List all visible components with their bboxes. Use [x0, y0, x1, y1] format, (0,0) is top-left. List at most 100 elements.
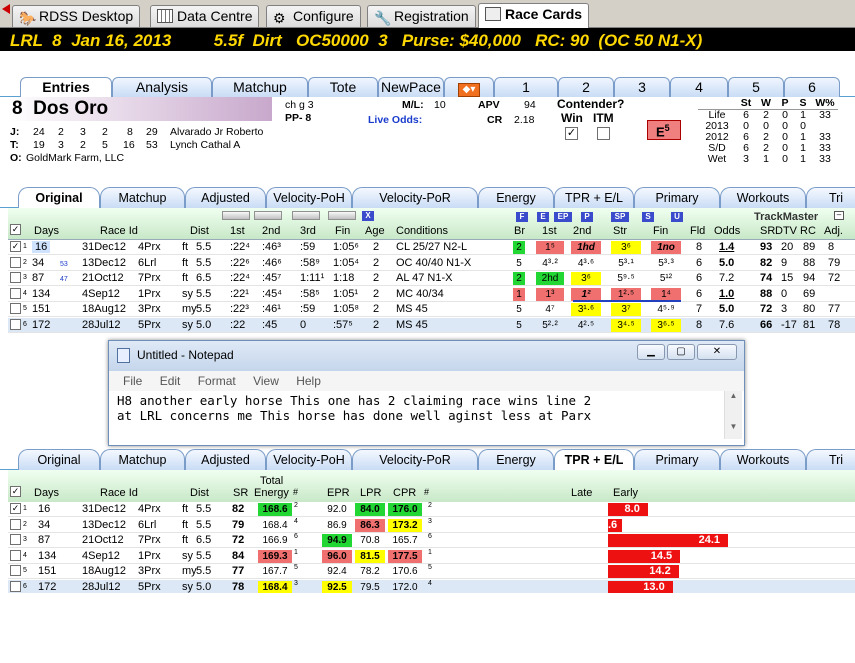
row-checkbox[interactable]: ✓	[10, 241, 21, 252]
filter-e[interactable]: E	[537, 212, 549, 222]
grid-tab-tpr-e-l[interactable]: TPR + E/L	[554, 187, 634, 208]
row-checkbox[interactable]	[10, 549, 21, 561]
tab-registration[interactable]: 🔧 Registration	[367, 5, 476, 27]
tab-diamond[interactable]: ◆▾	[444, 77, 494, 97]
col2-epr[interactable]: EPR	[327, 487, 350, 499]
tab-horse-6[interactable]: 6	[784, 77, 840, 97]
col-str[interactable]: Str	[613, 225, 627, 237]
row-checkbox[interactable]	[10, 256, 21, 268]
select-all-checkbox[interactable]: ✓	[10, 486, 21, 497]
row-checkbox[interactable]	[10, 272, 21, 283]
grid-tab-workouts[interactable]: Workouts	[720, 449, 806, 470]
grid-tab-energy[interactable]: Energy	[478, 187, 554, 208]
col-q3[interactable]: 3rd	[300, 225, 316, 237]
tab-tote[interactable]: Tote	[308, 77, 378, 97]
notepad-text-area[interactable]: H8 another early horse This one has 2 cl…	[117, 391, 717, 439]
col-dtv[interactable]: DTV	[775, 225, 797, 237]
notepad-titlebar[interactable]: Untitled - Notepad ▁ ▢ ✕	[109, 341, 744, 371]
tab-analysis[interactable]: Analysis	[112, 77, 212, 97]
col-fld[interactable]: Fld	[690, 225, 705, 237]
filter-s[interactable]: S	[642, 212, 654, 222]
col2-hash[interactable]: #	[293, 487, 298, 497]
grid-tab-original[interactable]: Original	[18, 449, 100, 470]
col2-dist[interactable]: Dist	[190, 487, 209, 499]
col2-energy[interactable]: Energy	[254, 487, 289, 499]
tab-data-centre[interactable]: Data Centre	[150, 5, 260, 27]
col2-sr[interactable]: SR	[233, 487, 248, 499]
col2-hash2[interactable]: #	[424, 487, 429, 497]
tab-newpace[interactable]: NewPace	[378, 77, 444, 97]
col-call2[interactable]: 2nd	[573, 225, 591, 237]
col-days[interactable]: Days	[34, 225, 59, 237]
table-row[interactable]: 4 134 4Sep12 1Prx sy 5.5:22¹:45⁴:58⁵ 1:05¹ 2 MC …	[8, 287, 855, 302]
notepad-window[interactable]: Untitled - Notepad ▁ ▢ ✕ File Edit Forma…	[108, 340, 745, 446]
row-checkbox[interactable]	[10, 287, 21, 299]
grid-tab-original[interactable]: Original	[18, 187, 100, 209]
tab-horse-3[interactable]: 3	[614, 77, 670, 97]
tab-horse-5[interactable]: 5	[728, 77, 784, 97]
grid-tab-workouts[interactable]: Workouts	[720, 187, 806, 208]
grid-tab-tri[interactable]: Tri	[806, 187, 855, 208]
col-sr[interactable]: SR	[760, 225, 775, 237]
sort-button[interactable]	[292, 211, 320, 220]
col-q2[interactable]: 2nd	[262, 225, 280, 237]
table-row[interactable]: 6 172 28Jul12 5Prx sy 5.0:22:45 0:57⁵ 2 MS 45 5 5²…	[8, 317, 855, 333]
col-br[interactable]: Br	[514, 225, 525, 237]
grid-tab-tri[interactable]: Tri	[806, 449, 855, 470]
collapse-button[interactable]: –	[834, 211, 844, 220]
grid-tab-velocity-por[interactable]: Velocity-PoR	[352, 449, 478, 470]
sort-button[interactable]	[328, 211, 356, 220]
tab-race-cards[interactable]: Race Cards	[478, 3, 590, 28]
col-dist[interactable]: Dist	[190, 225, 209, 237]
filter-ep[interactable]: EP	[554, 212, 572, 222]
row-checkbox[interactable]	[10, 318, 21, 330]
grid-tab-matchup[interactable]: Matchup	[100, 449, 185, 470]
grid-tab-matchup[interactable]: Matchup	[100, 187, 185, 208]
col-q1[interactable]: 1st	[230, 225, 245, 237]
col-call1[interactable]: 1st	[542, 225, 557, 237]
grid-tab-velocity-poh[interactable]: Velocity-PoH	[266, 187, 352, 208]
win-checkbox[interactable]: ✓	[565, 127, 578, 140]
col2-raceid[interactable]: Race Id	[100, 487, 138, 499]
menu-view[interactable]: View	[253, 374, 279, 388]
col2-late[interactable]: Late	[571, 487, 592, 499]
back-arrow-icon[interactable]	[2, 4, 10, 14]
table-row[interactable]: ✓ 1 16 31Dec12 4Prx ft 5.5 82 168.6 2 92.0 84.0 176.…	[8, 502, 855, 517]
tab-rdss-desktop[interactable]: 🐎 RDSS Desktop	[12, 5, 141, 27]
row-checkbox[interactable]	[10, 580, 21, 592]
filter-f[interactable]: F	[516, 212, 528, 222]
table-row[interactable]: 5 151 18Aug12 3Prx my 5.5 77 167.7 5 92.4 78.2 170.…	[8, 564, 855, 579]
tab-entries[interactable]: Entries	[20, 77, 112, 98]
close-button[interactable]: ✕	[697, 344, 737, 360]
col-conditions[interactable]: Conditions	[396, 225, 448, 237]
menu-edit[interactable]: Edit	[160, 374, 181, 388]
col2-cpr[interactable]: CPR	[393, 487, 416, 499]
col-odds[interactable]: Odds	[714, 225, 740, 237]
maximize-button[interactable]: ▢	[667, 344, 695, 360]
table-row[interactable]: 5 151 18Aug12 3Prx my 5.5:22³:46¹:59 1:05⁸ 2 MS …	[8, 302, 855, 317]
sort-button[interactable]	[254, 211, 282, 220]
col2-total[interactable]: Total	[260, 475, 283, 487]
grid-tab-velocity-poh[interactable]: Velocity-PoH	[266, 449, 352, 470]
col-adj[interactable]: Adj.	[824, 225, 843, 237]
table-row[interactable]: 4 134 4Sep12 1Prx sy 5.5 84 169.3 1 96.0 81.5 177.5…	[8, 549, 855, 564]
row-checkbox[interactable]	[10, 518, 21, 530]
filter-u[interactable]: U	[671, 212, 683, 222]
col-rc[interactable]: RC	[800, 225, 816, 237]
row-checkbox[interactable]	[10, 565, 21, 576]
grid-tab-tpr-e-l[interactable]: TPR + E/L	[554, 449, 634, 471]
tab-horse-2[interactable]: 2	[558, 77, 614, 97]
row-checkbox[interactable]	[10, 534, 21, 545]
table-row[interactable]: 3 87 47 21Oct12 7Prx ft 6.5:22⁴:45⁷ 1:11¹ 1:18 2 A…	[8, 271, 855, 286]
select-all-checkbox[interactable]: ✓	[10, 224, 21, 235]
table-row[interactable]: 3 87 21Oct12 7Prx ft 6.5 72 166.9 6 94.9 70.8 165.7…	[8, 533, 855, 548]
menu-help[interactable]: Help	[296, 374, 321, 388]
x-button[interactable]: X	[362, 211, 374, 221]
notepad-scrollbar[interactable]: ▲ ▼	[724, 391, 742, 439]
tab-horse-4[interactable]: 4	[670, 77, 728, 97]
scroll-up-icon[interactable]: ▲	[725, 391, 742, 400]
col2-days[interactable]: Days	[34, 487, 59, 499]
table-row[interactable]: 2 34 53 13Dec12 6Lrl ft 5.5:22⁶:46⁶:58⁹ 1:05⁴ 2 O…	[8, 256, 855, 271]
col-age[interactable]: Age	[365, 225, 385, 237]
grid-tab-primary[interactable]: Primary	[634, 187, 720, 208]
